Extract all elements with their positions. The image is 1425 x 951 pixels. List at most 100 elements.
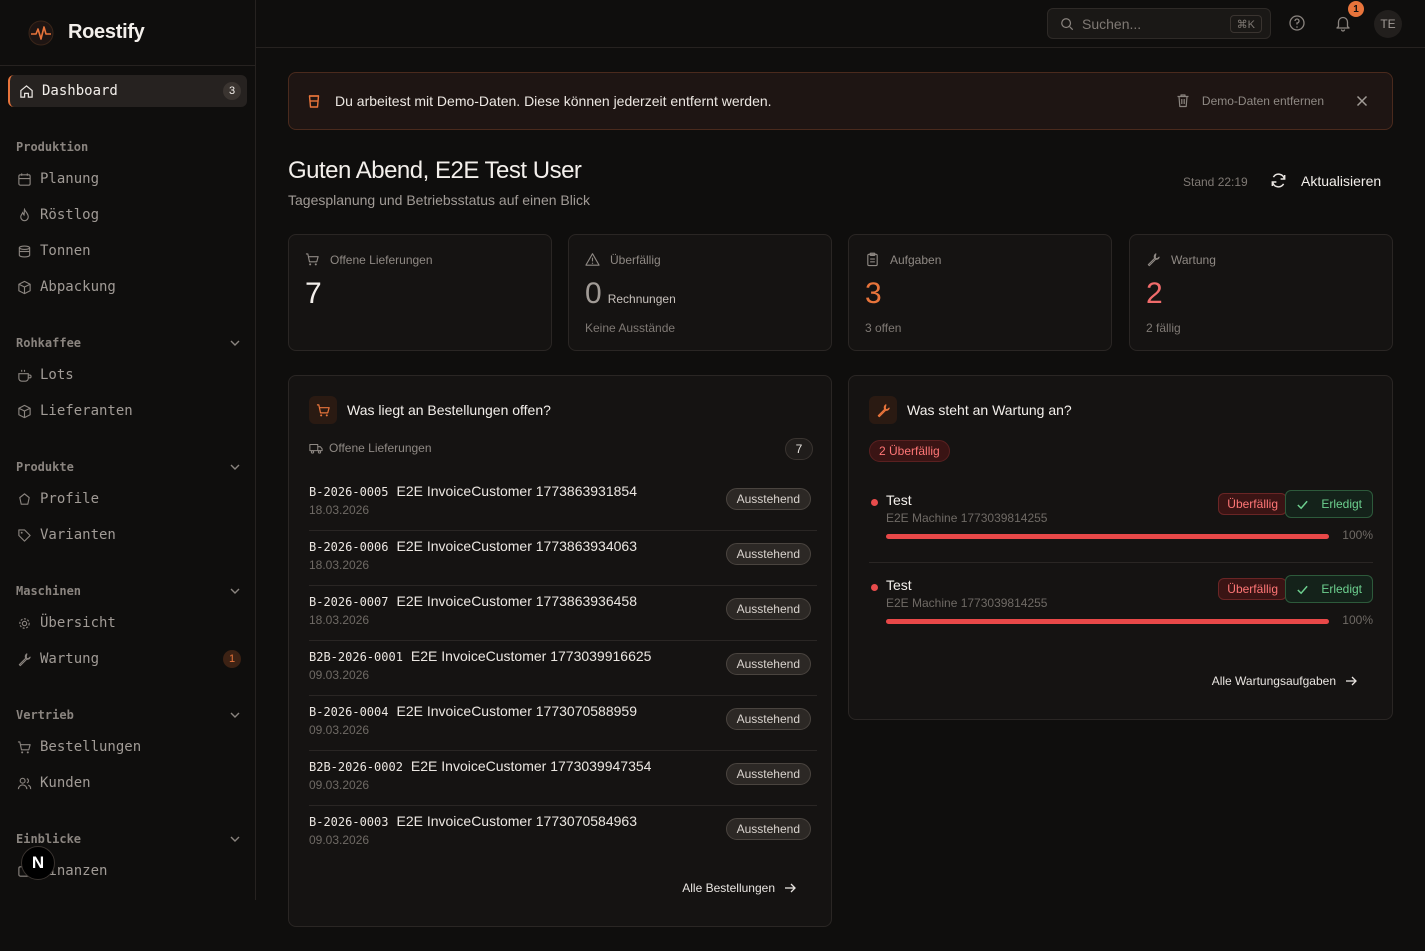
- logo-icon: [28, 20, 54, 45]
- sidebar-item-uebersicht[interactable]: Übersicht: [8, 607, 247, 639]
- status-dot: [871, 584, 878, 591]
- order-row[interactable]: B-2026-0006 E2E InvoiceCustomer 177386393…: [309, 531, 817, 586]
- clipboard-icon: [867, 252, 878, 267]
- refresh-button[interactable]: Aktualisieren: [1270, 172, 1381, 189]
- section-einblicke[interactable]: Einblicke: [16, 832, 240, 846]
- order-row[interactable]: B-2026-0007 E2E InvoiceCustomer 177386393…: [309, 586, 817, 641]
- section-produktion: Produktion: [16, 140, 89, 154]
- sidebar-item-label: Bestellungen: [40, 739, 142, 755]
- order-status-badge: Ausstehend: [725, 543, 811, 565]
- panel-title: Was liegt an Bestellungen offen?: [347, 402, 551, 418]
- sidebar-item-bestellungen[interactable]: Bestellungen: [8, 731, 247, 763]
- order-code: B-2026-0006: [309, 540, 389, 554]
- order-row[interactable]: B-2026-0003 E2E InvoiceCustomer 177307058…: [309, 806, 817, 861]
- bell-icon[interactable]: [1334, 14, 1352, 32]
- stat-card-offene-lieferungen[interactable]: Offene Lieferungen 7: [288, 234, 552, 351]
- help-icon[interactable]: [1288, 14, 1306, 32]
- coffee-icon: [16, 367, 32, 383]
- home-icon: [18, 83, 34, 99]
- sidebar-item-label: Kunden: [40, 775, 91, 791]
- order-date: 09.03.2026: [309, 668, 370, 682]
- maintenance-item[interactable]: Test E2E Machine 1773039814255 Überfällig E…: [869, 575, 1373, 655]
- stat-label: Überfällig: [585, 252, 661, 267]
- maintenance-machine: E2E Machine 1773039814255: [886, 596, 1048, 610]
- order-row[interactable]: B2B-2026-0001 E2E InvoiceCustomer 1773039…: [309, 641, 817, 696]
- section-vertrieb[interactable]: Vertrieb: [16, 708, 240, 722]
- order-row[interactable]: B-2026-0005 E2E InvoiceCustomer 177386393…: [309, 476, 817, 531]
- link-label: Alle Wartungsaufgaben: [1211, 674, 1336, 688]
- sidebar-item-wartung[interactable]: Wartung 1: [8, 643, 247, 675]
- brand-name: Roestify: [68, 21, 145, 43]
- stat-sub: 2 fällig: [1146, 321, 1181, 335]
- progress-label: 100%: [1342, 528, 1373, 542]
- done-label: Erledigt: [1321, 582, 1362, 596]
- sidebar-item-kunden[interactable]: Kunden: [8, 767, 247, 799]
- sidebar-item-varianten[interactable]: Varianten: [8, 519, 247, 551]
- order-code: B2B-2026-0002: [309, 760, 403, 774]
- section-rohkaffee[interactable]: Rohkaffee: [16, 336, 240, 350]
- maintenance-machine: E2E Machine 1773039814255: [886, 511, 1048, 525]
- brand[interactable]: Roestify: [0, 0, 255, 66]
- warning-icon: [585, 253, 600, 266]
- demo-banner: Du arbeitest mit Demo-Daten. Diese könne…: [288, 72, 1393, 130]
- sidebar-item-lieferanten[interactable]: Lieferanten: [8, 395, 247, 427]
- mark-done-button[interactable]: Erledigt: [1285, 575, 1373, 603]
- stat-label-text: Offene Lieferungen: [330, 252, 433, 267]
- stat-label: Offene Lieferungen: [305, 252, 433, 267]
- mark-done-button[interactable]: Erledigt: [1285, 490, 1373, 518]
- cart-icon: [305, 253, 319, 266]
- stat-sub: Keine Ausstände: [585, 321, 676, 335]
- stat-unit: Rechnungen: [607, 292, 676, 306]
- stat-card-aufgaben[interactable]: Aufgaben 3 3 offen: [848, 234, 1112, 351]
- sidebar-item-abpackung[interactable]: Abpackung: [8, 271, 247, 303]
- stat-value: 7: [305, 277, 322, 311]
- search-input[interactable]: Suchen... ⌘K: [1047, 8, 1271, 39]
- dashboard-badge: 3: [223, 82, 241, 100]
- chevron-down-icon: [230, 712, 240, 718]
- all-orders-link[interactable]: Alle Bestellungen: [682, 881, 797, 895]
- order-date: 09.03.2026: [309, 723, 370, 737]
- order-date: 09.03.2026: [309, 778, 370, 792]
- panel-header: Was liegt an Bestellungen offen?: [309, 396, 551, 424]
- stat-label: Aufgaben: [865, 252, 941, 267]
- wrench-icon: [869, 396, 897, 424]
- progress-bar: [886, 534, 1329, 539]
- check-icon: [1297, 500, 1309, 509]
- done-label: Erledigt: [1321, 497, 1362, 511]
- sidebar-item-dashboard[interactable]: Dashboard 3: [8, 75, 247, 107]
- cup-icon: [308, 95, 320, 108]
- sidebar-item-label: Dashboard: [42, 83, 118, 99]
- gem-icon: [16, 491, 32, 507]
- order-row[interactable]: B2B-2026-0002 E2E InvoiceCustomer 1773039…: [309, 751, 817, 806]
- chevron-down-icon: [230, 588, 240, 594]
- sidebar-item-label: Tonnen: [40, 243, 91, 259]
- box-icon: [16, 403, 32, 419]
- all-maintenance-link[interactable]: Alle Wartungsaufgaben: [1212, 674, 1358, 688]
- sidebar-item-tonnen[interactable]: Tonnen: [8, 235, 247, 267]
- order-customer: E2E InvoiceCustomer 1773863936458: [396, 593, 637, 609]
- stat-number: 2: [1146, 277, 1163, 310]
- section-produkte[interactable]: Produkte: [16, 460, 240, 474]
- order-date: 18.03.2026: [309, 503, 370, 517]
- remove-demo-data-button[interactable]: Demo-Daten entfernen: [1176, 93, 1324, 108]
- close-icon[interactable]: [1354, 93, 1370, 109]
- stat-card-wartung[interactable]: Wartung 2 2 fällig: [1129, 234, 1393, 351]
- sidebar-item-lots[interactable]: Lots: [8, 359, 247, 391]
- sidebar-item-roestlog[interactable]: Röstlog: [8, 199, 247, 231]
- order-customer: E2E InvoiceCustomer 1773070584963: [396, 813, 637, 829]
- section-maschinen[interactable]: Maschinen: [16, 584, 240, 598]
- maintenance-item[interactable]: Test E2E Machine 1773039814255 Überfällig E…: [869, 490, 1373, 570]
- page-title: Guten Abend, E2E Test User: [288, 157, 582, 184]
- order-customer: E2E InvoiceCustomer 1773039916625: [410, 648, 652, 664]
- order-row[interactable]: B-2026-0004 E2E InvoiceCustomer 177307058…: [309, 696, 817, 751]
- stat-card-ueberfaellig[interactable]: Überfällig 0 Rechnungen Keine Ausstände: [568, 234, 832, 351]
- sidebar-item-planung[interactable]: Planung: [8, 163, 247, 195]
- dev-tools-badge[interactable]: N: [21, 846, 55, 880]
- sidebar-item-profile[interactable]: Profile: [8, 483, 247, 515]
- maintenance-panel: Was steht an Wartung an? 2 Überfällig Te…: [848, 375, 1393, 720]
- users-icon: [16, 775, 32, 791]
- package-icon: [16, 279, 32, 295]
- avatar[interactable]: TE: [1374, 10, 1402, 38]
- chevron-down-icon: [230, 464, 240, 470]
- overdue-count-badge: 2 Überfällig: [869, 440, 950, 462]
